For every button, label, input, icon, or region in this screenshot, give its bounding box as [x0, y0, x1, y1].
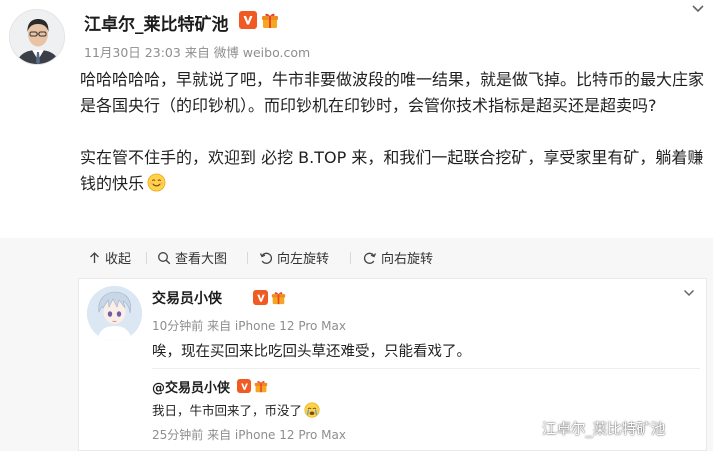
comment-text: 唉，现在买回来比吃回头草还难受，只能看戏了。 [152, 344, 471, 360]
rotate-right-icon [363, 252, 377, 264]
smile-emoji-icon [147, 173, 166, 192]
comment-time: 10分钟前 [152, 319, 204, 333]
author-name[interactable]: 江卓尔_莱比特矿池 [84, 10, 229, 35]
reply-source: 来自 iPhone 12 Pro Max [207, 428, 346, 442]
gift-badge-icon [262, 13, 278, 28]
anime-avatar [87, 286, 142, 341]
comment-source: 来自 iPhone 12 Pro Max [207, 319, 346, 333]
post-content: 哈哈哈哈哈，早就说了吧，牛市非要做波段的唯一结果，就是做飞掉。比特币的最大庄家是… [80, 67, 705, 197]
comment-options-chevron-icon[interactable] [682, 286, 696, 300]
action-divider [146, 252, 147, 264]
verified-badge-icon [253, 290, 268, 305]
watermark-text: 江卓尔_莱比特矿池 [542, 422, 666, 438]
rotate-left-button[interactable]: 向左旋转 [259, 248, 329, 267]
collapse-arrow-icon [90, 252, 99, 263]
view-large-button[interactable]: 查看大图 [157, 248, 227, 267]
verified-badge-icon [239, 11, 257, 29]
post-paragraph-1: 哈哈哈哈哈，早就说了吧，牛市非要做波段的唯一结果，就是做飞掉。比特币的最大庄家是… [80, 70, 705, 115]
author-avatar[interactable] [9, 9, 65, 65]
magnifier-icon [158, 251, 171, 264]
commenter-badges [253, 290, 286, 305]
weibo-watermark: 江卓尔_莱比特矿池 [512, 418, 665, 439]
reply-badges [237, 379, 268, 393]
weibo-post: 江卓尔_莱比特矿池 11月30日 23:03 来自 微博 weibo.com 哈… [0, 0, 713, 238]
post-paragraph-2-text: 实在管不住手的，欢迎到 必挖 B.TOP 来，和我们一起联合挖矿，享受家里有矿，… [80, 148, 704, 193]
post-time[interactable]: 11月30日 23:03 [84, 45, 181, 60]
author-badges [239, 11, 279, 29]
cry-emoji-icon [304, 402, 320, 418]
commenter-name[interactable]: 交易员小侠 [152, 288, 222, 308]
gift-badge-icon [254, 381, 268, 393]
post-source: 来自 微博 weibo.com [184, 45, 311, 60]
gift-badge-icon [271, 292, 286, 305]
post-options-chevron-icon[interactable] [690, 0, 706, 20]
rotate-left-icon [259, 252, 273, 264]
rotate-right-label: 向右旋转 [381, 252, 434, 267]
action-divider [247, 252, 248, 264]
reply-divider [152, 368, 700, 369]
rotate-right-button[interactable]: 向右旋转 [363, 248, 433, 267]
reply-text-line: 我日，牛市回来了，币没了 [152, 400, 320, 419]
verified-badge-icon [237, 379, 251, 393]
action-divider [350, 252, 351, 264]
image-action-bar: 收起 查看大图 向左旋转 向右旋转 [0, 238, 713, 278]
collapse-label: 收起 [105, 252, 132, 267]
rotate-left-label: 向左旋转 [277, 252, 330, 267]
post-paragraph-2: 实在管不住手的，欢迎到 必挖 B.TOP 来，和我们一起联合挖矿，享受家里有矿，… [80, 145, 705, 197]
view-large-label: 查看大图 [175, 252, 228, 267]
post-meta: 11月30日 23:03 来自 微博 weibo.com [84, 42, 310, 61]
collapse-button[interactable]: 收起 [88, 248, 131, 267]
commenter-avatar[interactable] [87, 286, 142, 341]
reply-meta: 25分钟前 来自 iPhone 12 Pro Max [152, 426, 346, 443]
comment-meta: 10分钟前 来自 iPhone 12 Pro Max [152, 317, 346, 334]
reply-text: 我日，牛市回来了，币没了 [152, 403, 303, 418]
reply-mention[interactable]: @交易员小侠 [152, 377, 230, 396]
avatar-portrait [10, 10, 64, 64]
reply-time: 25分钟前 [152, 428, 204, 442]
weibo-logo-icon [512, 420, 535, 438]
